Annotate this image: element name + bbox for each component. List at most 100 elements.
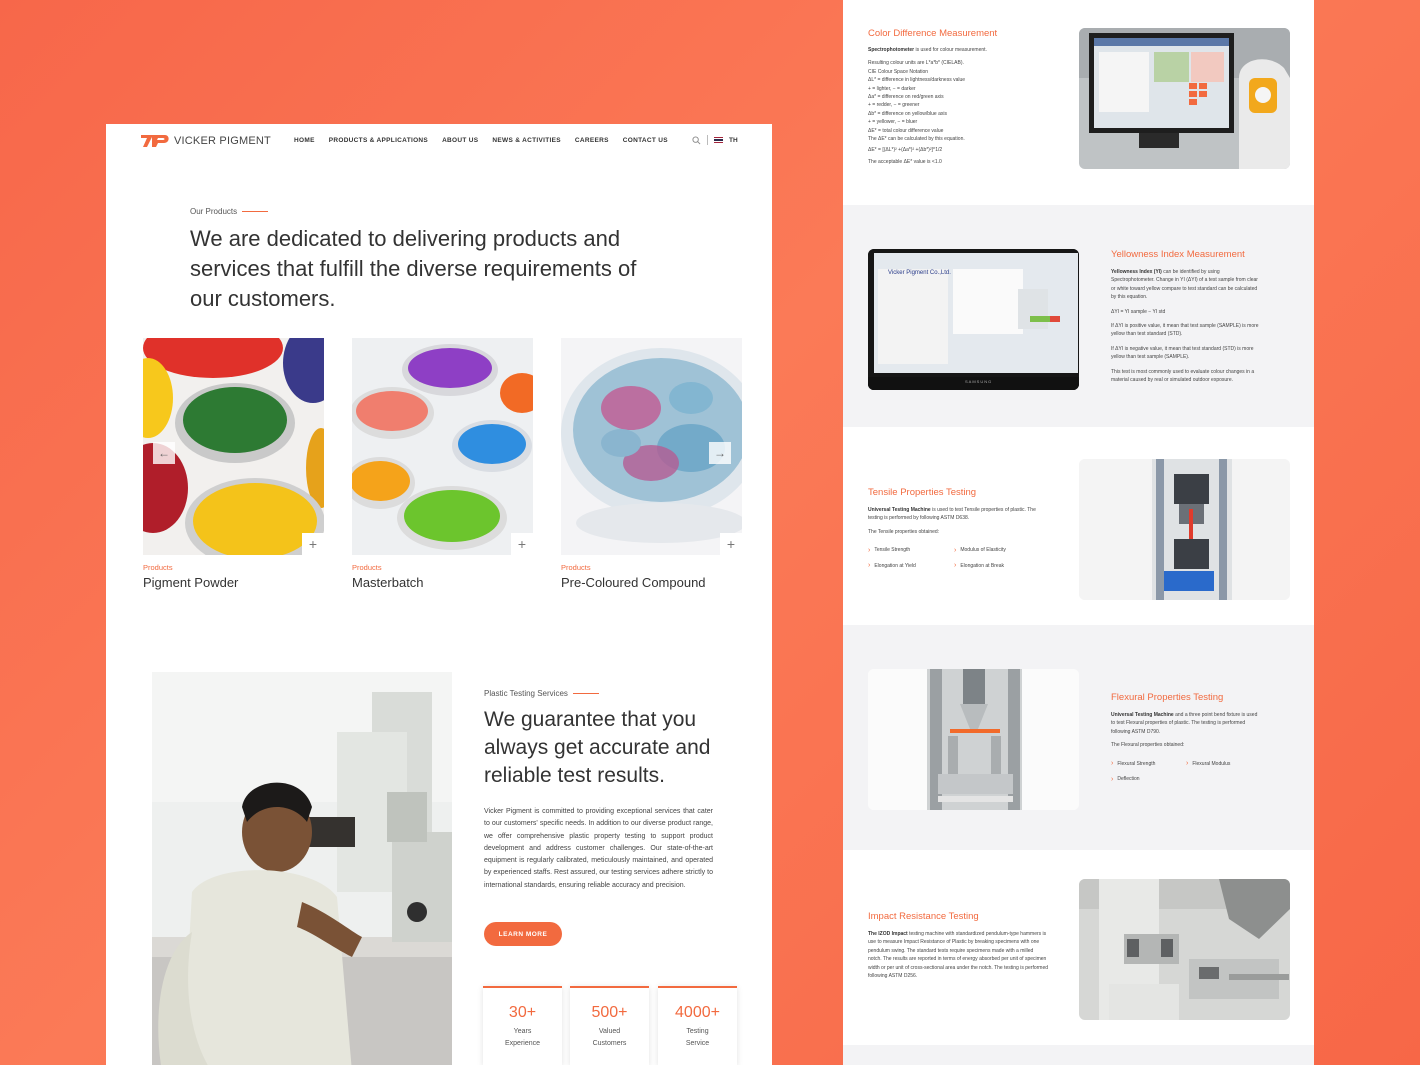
- thai-flag-icon[interactable]: [714, 137, 723, 143]
- lead-bold: Spectrophotometer: [868, 47, 915, 53]
- bullet-item: › Flexural Modulus: [1186, 760, 1261, 768]
- stat-value: 500+: [591, 1004, 628, 1021]
- text-line: The ΔE* can be calculated by this equati…: [868, 136, 965, 143]
- product-category: Products: [561, 563, 591, 572]
- eyebrow-line: [572, 693, 599, 694]
- carousel-next-arrow-icon[interactable]: →: [709, 442, 731, 464]
- lead-bold: The IZOD Impact: [868, 931, 908, 937]
- screen-brand-text: Vicker Pigment Co.,Ltd.: [888, 270, 951, 276]
- testing-description: Vicker Pigment is committed to providing…: [484, 808, 713, 889]
- nav-products[interactable]: PRODUCTS & APPLICATIONS: [329, 137, 428, 144]
- tensile-text: Universal Testing Machine is used to tes…: [868, 506, 1040, 570]
- impact-title: Impact Resistance Testing: [868, 911, 979, 922]
- obtained-label: The Flexural properties obtained:: [1111, 742, 1185, 749]
- product-name[interactable]: Pigment Powder: [143, 575, 324, 590]
- product-card-pre-coloured-compound[interactable]: + Products Pre-Coloured Compound: [561, 338, 742, 590]
- text-line: Δa* = difference on red/green axis: [868, 94, 944, 101]
- testing-services-panel: Color Difference Measurement Spectrophot…: [843, 0, 1314, 1065]
- bullet-item: › Deflection: [1111, 775, 1186, 783]
- product-name[interactable]: Pre-Coloured Compound: [561, 575, 742, 590]
- product-category: Products: [352, 563, 382, 572]
- eyebrow-line: [242, 211, 269, 212]
- bullet-text: Flexural Modulus: [1192, 760, 1231, 767]
- bullet-arrow-icon: ›: [868, 562, 871, 570]
- nav-home[interactable]: HOME: [294, 137, 315, 144]
- expand-plus-icon[interactable]: +: [511, 533, 533, 555]
- tensile-machine-image: [1079, 459, 1290, 600]
- text-line: The acceptable ΔE* value is <1.0: [868, 158, 942, 165]
- nav-careers[interactable]: CAREERS: [575, 137, 609, 144]
- bullet-item: › Elongation at Yield: [868, 562, 954, 570]
- nav-divider: [707, 135, 708, 145]
- flexural-text: Universal Testing Machine and a three po…: [1111, 711, 1261, 783]
- stat-label: Testing Service: [685, 1028, 710, 1047]
- expand-plus-icon[interactable]: +: [720, 533, 742, 555]
- yellowness-text: Yellowness Index (YI) can be identified …: [1111, 268, 1261, 384]
- bullet-text: Elongation at Yield: [874, 562, 916, 569]
- masterbatch-image: +: [352, 338, 533, 555]
- top-navigation: VICKER PIGMENT HOME PRODUCTS & APPLICATI…: [106, 124, 772, 158]
- nav-about[interactable]: ABOUT US: [442, 137, 478, 144]
- text-line: This test is most commonly used to evalu…: [1111, 368, 1255, 384]
- flexural-machine-image: [868, 669, 1079, 810]
- bullet-arrow-icon: ›: [954, 546, 957, 554]
- stat-years-experience: 30+ Years Experience: [483, 986, 562, 1065]
- text-line: + = redder, − = greener: [868, 102, 920, 109]
- impact-text: The IZOD Impact testing machine with sta…: [868, 930, 1048, 980]
- text-line: If ΔYI is negative value, it mean that t…: [1111, 345, 1254, 361]
- carousel-prev-arrow-icon[interactable]: ←: [153, 442, 175, 464]
- homepage-panel: VICKER PIGMENT HOME PRODUCTS & APPLICATI…: [106, 124, 772, 1065]
- language-switch[interactable]: TH: [729, 137, 738, 144]
- bullet-arrow-icon: ›: [1111, 760, 1114, 768]
- text-line: Resulting colour units are L*a*b* (CIELA…: [868, 60, 964, 67]
- monitor-brand-text: SAMSUNG: [965, 379, 993, 384]
- color-difference-text: Spectrophotometer is used for colour mea…: [868, 46, 1048, 166]
- tensile-title: Tensile Properties Testing: [868, 487, 977, 498]
- nav-news[interactable]: NEWS & ACTIVITIES: [492, 137, 560, 144]
- learn-more-button[interactable]: LEARN MORE: [484, 922, 562, 946]
- text-line: + = yellower, − = bluer: [868, 119, 918, 126]
- equation: ΔYI = YI sample − YI std: [1111, 308, 1166, 315]
- bullet-arrow-icon: ›: [1186, 760, 1189, 768]
- bullet-text: Flexural Strength: [1117, 760, 1156, 767]
- nav-tools: TH: [692, 135, 738, 145]
- text-line: Δb* = difference on yellow/blue axis: [868, 110, 947, 117]
- text-line: + = lighter, − = darker: [868, 85, 916, 92]
- bullet-item: › Elongation at Break: [954, 562, 1040, 570]
- testing-heading: We guarantee that you always get accurat…: [484, 708, 711, 787]
- testing-eyebrow: Plastic Testing Services: [484, 689, 599, 698]
- lead-bold: Yellowness Index (YI): [1111, 269, 1162, 275]
- tensile-bullet-list: › Tensile Strength › Modulus of Elasticity…: [868, 546, 1040, 570]
- brand-logo[interactable]: VICKER PIGMENT: [139, 132, 271, 150]
- lead-bold: Universal Testing Machine: [868, 507, 931, 513]
- product-card-masterbatch[interactable]: + Products Masterbatch: [352, 338, 533, 590]
- nav-contact[interactable]: CONTACT US: [623, 137, 668, 144]
- brand-name: VICKER PIGMENT: [174, 135, 271, 147]
- product-card-pigment-powder[interactable]: + Products Pigment Powder: [143, 338, 324, 590]
- bullet-text: Modulus of Elasticity: [960, 547, 1006, 554]
- lead-text: is used for colour measurement.: [914, 47, 987, 53]
- expand-plus-icon[interactable]: +: [302, 533, 324, 555]
- equation: ΔE* = [(ΔL*)² +(Δa*)² +(Δb*)²]^1/2: [868, 147, 943, 154]
- bullet-text: Tensile Strength: [874, 547, 911, 554]
- lead-text: testing machine with standardized pendul…: [868, 931, 1049, 980]
- lead-bold: Universal Testing Machine: [1111, 712, 1174, 718]
- products-eyebrow: Our Products: [190, 207, 269, 216]
- impact-machine-image: [1079, 879, 1290, 1020]
- stat-testing-service: 4000+ Testing Service: [658, 986, 737, 1065]
- color-difference-title: Color Difference Measurement: [868, 28, 998, 39]
- yellowness-monitor-image: Vicker Pigment Co.,Ltd. SAMSUNG: [868, 249, 1079, 390]
- products-eyebrow-text: Our Products: [190, 207, 238, 216]
- spectrophotometer-image: [1079, 28, 1290, 169]
- search-icon[interactable]: [692, 135, 701, 145]
- nav-menu: HOME PRODUCTS & APPLICATIONS ABOUT US NE…: [294, 137, 668, 144]
- flexural-bullet-list: › Flexural Strength › Flexural Modulus › De…: [1111, 760, 1261, 784]
- section-band: [843, 1045, 1314, 1065]
- bullet-item: › Tensile Strength: [868, 546, 954, 554]
- testing-eyebrow-text: Plastic Testing Services: [484, 689, 568, 698]
- bullet-arrow-icon: ›: [1111, 775, 1114, 783]
- text-line: ΔE* = total colour difference value: [868, 127, 944, 134]
- product-name[interactable]: Masterbatch: [352, 575, 533, 590]
- stat-value: 30+: [508, 1004, 537, 1021]
- text-line: ΔL* = difference in lightness/darkness v…: [868, 77, 966, 84]
